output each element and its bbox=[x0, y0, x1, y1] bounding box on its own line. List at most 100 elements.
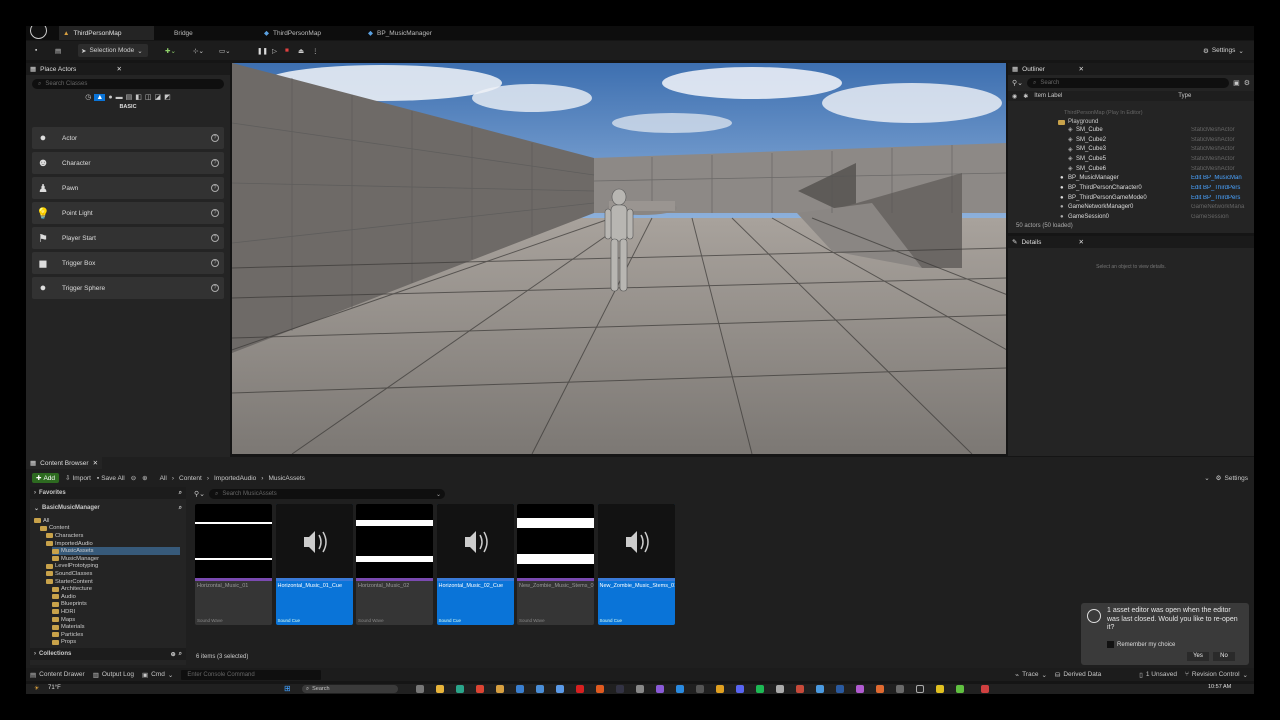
close-icon[interactable]: ✕ bbox=[1079, 65, 1084, 73]
close-icon[interactable]: ✕ bbox=[1079, 238, 1084, 246]
outliner-row[interactable]: ● BP_ThirdPersonGameMode0 Edit BP_ThirdPer… bbox=[1008, 193, 1248, 203]
folder-levelprototyping[interactable]: LevelPrototyping bbox=[46, 563, 98, 571]
folder-architecture[interactable]: Architecture bbox=[52, 585, 92, 593]
search-classes-input[interactable]: ⌕ Search Classes bbox=[32, 79, 224, 89]
asset-tile[interactable]: New_Zombie_Music_Stems_01 Sound Wave bbox=[517, 504, 594, 625]
skype-icon[interactable] bbox=[816, 685, 824, 693]
gear-icon[interactable]: ⚙ bbox=[1244, 79, 1250, 87]
visual-effects-icon[interactable]: ▤ bbox=[126, 93, 133, 101]
help-icon[interactable]: ? bbox=[211, 159, 219, 167]
help-icon[interactable]: ? bbox=[211, 284, 219, 292]
outliner-row[interactable]: ● GameSession0 GameSession bbox=[1008, 212, 1248, 222]
mail-icon[interactable] bbox=[516, 685, 524, 693]
photoshop-icon[interactable] bbox=[836, 685, 844, 693]
actor-item-character[interactable]: ☻ Character? bbox=[32, 152, 224, 174]
app-icon-2[interactable] bbox=[796, 685, 804, 693]
history-forward-icon[interactable]: ⊕ bbox=[142, 474, 147, 482]
app-icon-1[interactable] bbox=[776, 685, 784, 693]
stop-button[interactable]: ■ bbox=[282, 44, 292, 57]
folder-icon[interactable] bbox=[496, 685, 504, 693]
discord-icon[interactable] bbox=[736, 685, 744, 693]
blueprint-menu-button[interactable]: ⊹⌄ bbox=[190, 44, 207, 57]
tab-thirdpersonmap[interactable]: ▲ ThirdPersonMap bbox=[59, 26, 154, 40]
derived-data-button[interactable]: ⛁ Derived Data bbox=[1055, 671, 1101, 679]
asset-tile[interactable]: Horizontal_Music_01 Sound Wave bbox=[195, 504, 272, 625]
outliner-row[interactable]: ◈ SM_Cube5 StaticMeshActor bbox=[1008, 154, 1248, 164]
outliner-row[interactable]: ● BP_MusicManager Edit BP_MusicMan bbox=[1008, 174, 1248, 184]
search-icon[interactable]: ⌕ bbox=[179, 651, 182, 658]
folder-all[interactable]: All bbox=[34, 517, 49, 525]
breadcrumb-importedaudio[interactable]: ImportedAudio bbox=[214, 475, 256, 482]
eject-button[interactable]: ⏏ bbox=[295, 44, 307, 57]
folder-characters[interactable]: Characters bbox=[46, 532, 83, 540]
actor-item-player-start[interactable]: ⚑ Player Start? bbox=[32, 227, 224, 249]
trace-button[interactable]: ⌁ Trace ⌄ bbox=[1015, 671, 1047, 679]
help-icon[interactable]: ? bbox=[211, 259, 219, 267]
add-button[interactable]: ✚ Add bbox=[32, 473, 60, 483]
outliner-row[interactable]: ◈ SM_Cube StaticMeshActor bbox=[1008, 125, 1248, 135]
folder-content[interactable]: Content bbox=[40, 525, 69, 533]
folder-props[interactable]: Props bbox=[52, 639, 76, 647]
yes-button[interactable]: Yes bbox=[1187, 652, 1209, 661]
visual-studio-icon[interactable] bbox=[656, 685, 664, 693]
tab-bp-musicmanager[interactable]: ◆ BP_MusicManager bbox=[368, 26, 432, 40]
start-icon[interactable]: ⊞ bbox=[284, 684, 291, 693]
actor-item-trigger-box[interactable]: ◼ Trigger Box? bbox=[32, 252, 224, 274]
close-icon[interactable]: ✕ bbox=[117, 65, 122, 73]
unsaved-button[interactable]: ▯ 1 Unsaved bbox=[1139, 671, 1177, 679]
help-icon[interactable]: ? bbox=[211, 209, 219, 217]
geometry-icon[interactable]: ◧ bbox=[135, 93, 142, 101]
outliner-row[interactable]: ◈ SM_Cube6 StaticMeshActor bbox=[1008, 164, 1248, 174]
clock-app-icon[interactable] bbox=[636, 685, 644, 693]
taskbar-search-box[interactable]: ⌕ Search bbox=[302, 685, 398, 693]
search-icon[interactable]: ⌕ bbox=[179, 490, 182, 497]
no-button[interactable]: No bbox=[1213, 652, 1235, 661]
folder-materials[interactable]: Materials bbox=[52, 623, 85, 631]
app-icon-3[interactable] bbox=[856, 685, 864, 693]
edge-icon[interactable] bbox=[456, 685, 464, 693]
folder-blueprints[interactable]: Blueprints bbox=[52, 601, 87, 609]
outliner-row[interactable]: ● BP_ThirdPersonCharacter0 Edit BP_ThirdPe… bbox=[1008, 183, 1248, 193]
history-back-icon[interactable]: ⊖ bbox=[131, 474, 136, 482]
content-drawer-button[interactable]: ▤ Content Drawer bbox=[30, 671, 85, 679]
content-settings-button[interactable]: ⚙ Settings bbox=[1216, 474, 1248, 483]
save-icon[interactable]: ▪ bbox=[32, 44, 40, 57]
asset-tile[interactable]: New_Zombie_Music_Stems_01_CueSound Cue bbox=[597, 504, 675, 625]
youtube-icon[interactable] bbox=[576, 685, 584, 693]
cmd-dropdown[interactable]: ▣ Cmd ⌄ bbox=[142, 671, 173, 679]
filter-icon[interactable]: ⚲⌄ bbox=[194, 490, 205, 498]
steam-icon[interactable] bbox=[616, 685, 624, 693]
cinematics-button[interactable]: ▭⌄ bbox=[216, 44, 234, 57]
remember-choice-checkbox[interactable]: Remember my choice bbox=[1107, 641, 1175, 648]
help-icon[interactable]: ? bbox=[211, 234, 219, 242]
shapes-icon[interactable]: ◩ bbox=[164, 93, 171, 101]
more-options-button[interactable]: ⋮ bbox=[309, 44, 322, 57]
lights-icon[interactable]: ● bbox=[108, 94, 112, 101]
app-icon-7[interactable] bbox=[956, 685, 964, 693]
asset-search-input[interactable]: ⌕ Search MusicAssets ⌄ bbox=[209, 489, 445, 499]
clock-label[interactable]: 10:57 AM bbox=[1208, 684, 1231, 690]
spotify-icon[interactable] bbox=[756, 685, 764, 693]
eye-icon[interactable]: ◉ bbox=[1012, 93, 1017, 100]
settings-button[interactable]: ⚙ Settings ⌄ bbox=[1200, 44, 1247, 57]
revision-control-button[interactable]: ⑂ Revision Control ⌄ bbox=[1185, 671, 1248, 679]
store-icon[interactable] bbox=[536, 685, 544, 693]
breadcrumb-musicassets[interactable]: MusicAssets bbox=[268, 475, 304, 482]
photos-icon[interactable] bbox=[556, 685, 564, 693]
browse-icon[interactable]: ▤ bbox=[52, 44, 64, 57]
outliner-row[interactable]: ● GameNetworkManager0 GameNetworkMana bbox=[1008, 203, 1248, 213]
task-view-icon[interactable] bbox=[416, 685, 424, 693]
folder-musicmanager[interactable]: MusicManager bbox=[52, 555, 99, 563]
star-icon[interactable]: ✱ bbox=[1023, 93, 1028, 100]
media-icon[interactable] bbox=[596, 685, 604, 693]
add-collection-icon[interactable]: ⊕ bbox=[171, 651, 176, 658]
tab-thirdpersonmap-2[interactable]: ◆ ThirdPersonMap bbox=[264, 26, 321, 40]
project-section[interactable]: ⌄ BasicMusicManager ⌕ bbox=[30, 502, 186, 514]
type-header[interactable]: Type bbox=[1178, 93, 1191, 99]
breadcrumb-dropdown-icon[interactable]: ⌄ bbox=[1204, 474, 1209, 482]
import-button[interactable]: ⇩ Import bbox=[65, 474, 91, 483]
folder-soundclasses[interactable]: SoundClasses bbox=[46, 570, 92, 578]
github-icon[interactable] bbox=[696, 685, 704, 693]
help-icon[interactable]: ? bbox=[211, 134, 219, 142]
actor-item-actor[interactable]: ● Actor? bbox=[32, 127, 224, 149]
